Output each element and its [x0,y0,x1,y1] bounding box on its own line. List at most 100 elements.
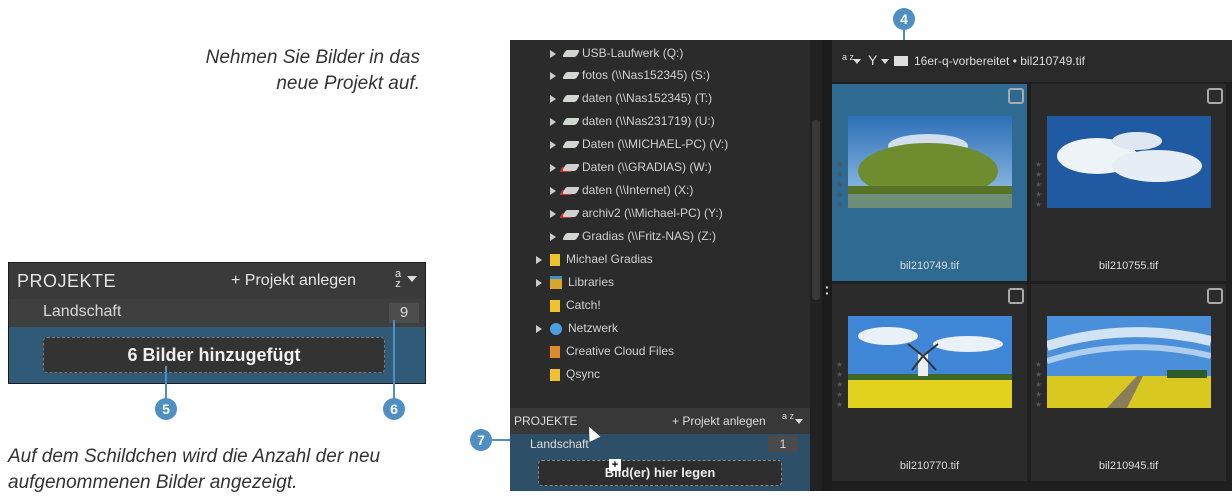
tree-item-label: Netzwerk [568,321,619,335]
inset-new-project-button[interactable]: + Projekt anlegen [231,272,356,290]
folder-icon [894,56,908,66]
projects-header: PROJEKTE + Projekt anlegen a z [510,408,810,434]
expand-arrow-icon[interactable] [536,278,542,287]
tree-item[interactable]: daten (\\Internet) (X:) [550,179,693,201]
expand-arrow-icon[interactable] [550,163,556,172]
content-toolbar: a z Y 16er-q-vorbereitet • bil210749.tif [832,40,1232,82]
thumbnail-image [848,116,1012,208]
thumbnail-card[interactable]: ★ ★ ★ ★ ★ bil210755.tif [1031,84,1226,281]
tree-item[interactable]: fotos (\\Nas152345) (S:) [550,64,710,86]
inset-project-row[interactable]: Landschaft 9 [9,299,425,327]
thumbnail-card[interactable]: ★ ★ ★ ★ ★ bil210770.tif [832,284,1027,481]
tree-item-label: daten (\\Internet) (X:) [582,183,694,197]
filter-caret-icon[interactable] [881,59,889,64]
panel-splitter[interactable]: · · [822,40,832,491]
application-screenshot: USB-Laufwerk (Q:) fotos (\\Nas152345) (S… [510,40,1232,491]
inset-sort-caret-icon[interactable] [407,276,417,282]
marker-5: 5 [155,398,177,420]
tree-item[interactable]: Catch! [536,294,601,316]
library-icon [550,276,562,290]
badge-icon [1207,88,1223,104]
drive-disconnected-icon [561,187,581,195]
expand-arrow-icon[interactable] [550,71,556,80]
expand-arrow-icon[interactable] [550,140,556,149]
tree-item[interactable]: daten (\\Nas152345) (T:) [550,87,712,109]
thumbnail-filename: bil210945.tif [1098,460,1159,472]
sort-icon[interactable]: a z [782,412,794,421]
thumbnail-filename: bil210755.tif [1098,260,1159,272]
inset-projects-panel: PROJEKTE + Projekt anlegen a z Landschaf… [8,262,426,384]
drive-icon [561,233,581,241]
drive-disconnected-icon [561,164,581,172]
tree-item-label: Gradias (\\Fritz-NAS) (Z:) [582,229,716,243]
project-count-badge: 1 [768,436,798,452]
tree-item-label: Daten (\\GRADIAS) (W:) [582,160,712,174]
thumbnail-image [848,316,1012,408]
sort-caret-icon[interactable] [853,59,861,64]
filter-icon[interactable]: Y [868,52,877,68]
expand-arrow-icon[interactable] [550,49,556,58]
project-name: Landschaft [530,437,589,451]
expand-arrow-icon[interactable] [550,186,556,195]
expand-arrow-icon[interactable] [536,324,542,333]
splitter-handle-icon[interactable]: · · [825,280,830,300]
tree-item-label: Creative Cloud Files [566,344,675,358]
expand-arrow-icon[interactable] [550,209,556,218]
tree-item[interactable]: Daten (\\GRADIAS) (W:) [550,156,712,178]
content-pane: a z Y 16er-q-vorbereitet • bil210749.tif… [832,40,1232,491]
drive-icon [561,95,581,103]
inset-added-status: 6 Bilder hinzugefügt [43,337,385,373]
tree-item-label: Qsync [566,367,601,381]
tree-item[interactable]: daten (\\Nas231719) (U:) [550,110,715,132]
expand-arrow-icon[interactable] [550,117,556,126]
caption-top: Nehmen Sie Bilder in das neue Projekt au… [205,47,420,94]
expand-arrow-icon[interactable] [550,232,556,241]
tree-item-label: archiv2 (\\Michael-PC) (Y:) [582,206,723,220]
tree-item-label: Daten (\\MICHAEL-PC) (V:) [582,137,729,151]
thumbnail-card[interactable]: ★ ★ ★ ★ ★ bil210749.tif [832,84,1027,281]
drop-images-zone[interactable]: Bild(er) hier legen + [538,459,782,486]
sort-caret-icon[interactable] [795,419,803,424]
folder-tree: USB-Laufwerk (Q:) fotos (\\Nas152345) (S… [510,40,810,404]
tree-item[interactable]: Daten (\\MICHAEL-PC) (V:) [550,133,728,155]
folder-icon [550,368,560,381]
tree-item[interactable]: Michael Gradias [536,248,653,270]
scroll-thumb[interactable] [812,120,820,300]
rating-stars-icon[interactable]: ★ ★ ★ ★ ★ [836,360,843,410]
breadcrumb[interactable]: 16er-q-vorbereitet • bil210749.tif [914,54,1085,68]
tree-item[interactable]: USB-Laufwerk (Q:) [550,42,683,64]
tree-item[interactable]: Qsync [536,363,600,385]
tree-item-label: daten (\\Nas231719) (U:) [582,114,715,128]
inset-projects-title: PROJEKTE [17,271,117,291]
caption-bottom: Auf dem Schildchen wird die Anzahl der n… [8,446,381,493]
drive-disconnected-icon [561,210,581,218]
inset-drop-zone: 6 Bilder hinzugefügt [9,327,425,383]
tree-item[interactable]: Creative Cloud Files [536,340,674,362]
expand-arrow-icon[interactable] [550,94,556,103]
new-project-button[interactable]: + Projekt anlegen [672,414,766,428]
tree-item-label: Michael Gradias [566,252,653,266]
tree-item[interactable]: Netzwerk [536,317,618,339]
thumbnail-image [1047,116,1211,208]
tree-scrollbar[interactable] [810,40,822,491]
plus-icon: + [609,459,621,471]
thumbnail-filename: bil210749.tif [899,260,960,272]
rating-stars-icon[interactable]: ★ ★ ★ ★ ★ [1035,160,1042,210]
tree-item[interactable]: archiv2 (\\Michael-PC) (Y:) [550,202,723,224]
tree-item-label: Catch! [566,298,601,312]
drive-icon [561,72,581,80]
tree-item[interactable]: Gradias (\\Fritz-NAS) (Z:) [550,225,716,247]
marker-6: 6 [383,398,405,420]
rating-stars-icon[interactable]: ★ ★ ★ ★ ★ [1035,360,1042,410]
tree-item[interactable]: Libraries [536,271,614,293]
drop-zone-label: Bild(er) hier legen [604,465,716,480]
projects-panel: PROJEKTE + Projekt anlegen a z Landschaf… [510,404,810,491]
expand-arrow-icon[interactable] [536,255,542,264]
thumbnail-card[interactable]: ★ ★ ★ ★ ★ bil210945.tif [1031,284,1226,481]
inset-sort-icon[interactable]: a z [392,269,404,290]
projects-title: PROJEKTE [514,414,578,428]
drive-icon [561,50,581,58]
drive-icon [561,118,581,126]
rating-stars-icon[interactable]: ★ ★ ★ ★ ★ [836,160,843,210]
project-row[interactable]: Landschaft 1 [510,434,810,454]
